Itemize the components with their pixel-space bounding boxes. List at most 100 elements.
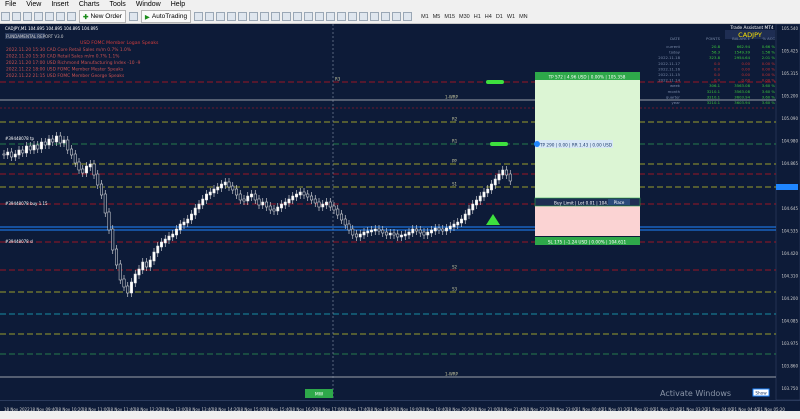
candle <box>497 173 501 181</box>
time-axis: 18 Nov 2022 18 Nov 09:40 18 Nov 10:20 18 No… <box>4 407 785 412</box>
candle <box>313 198 317 204</box>
tester-icon[interactable] <box>67 12 76 21</box>
timeframe-w1[interactable]: W1 <box>505 14 517 20</box>
line-chart-icon[interactable] <box>216 12 226 21</box>
candle-chart-icon[interactable] <box>205 12 215 21</box>
level-label: PP <box>452 159 457 164</box>
text-icon[interactable] <box>392 12 402 21</box>
arrows-icon[interactable] <box>403 12 413 21</box>
candle <box>306 193 310 198</box>
crosshair-icon[interactable] <box>326 12 336 21</box>
candle <box>85 165 88 174</box>
candle <box>171 233 175 238</box>
timeframe-h4[interactable]: H4 <box>483 14 494 20</box>
candle <box>355 233 358 238</box>
menu-insert[interactable]: Insert <box>46 0 74 10</box>
candle <box>385 231 388 236</box>
vline-icon[interactable] <box>337 12 347 21</box>
menu-window[interactable]: Window <box>131 0 166 10</box>
channel-icon[interactable] <box>370 12 380 21</box>
candle <box>493 178 497 186</box>
candle <box>381 229 385 234</box>
candle <box>478 195 482 202</box>
periods-icon[interactable] <box>293 12 303 21</box>
menu-charts[interactable]: Charts <box>74 0 105 10</box>
indicator-label: FUNDAMENTAL REPORT V3.0 <box>6 34 64 39</box>
table-cell: year <box>672 100 681 105</box>
timeframe-m5[interactable]: M5 <box>431 14 443 20</box>
indicators-icon[interactable] <box>282 12 292 21</box>
trendline-icon[interactable] <box>359 12 369 21</box>
candle <box>460 218 463 224</box>
table-cell: 662.94 <box>737 44 751 49</box>
cursor-icon[interactable] <box>315 12 325 21</box>
zoom-out-icon[interactable] <box>238 12 248 21</box>
autotrading-button[interactable]: ▶ AutoTrading <box>140 10 192 23</box>
timeframe-h1[interactable]: H1 <box>472 14 483 20</box>
timeframe-mn[interactable]: MN <box>517 14 530 20</box>
candle <box>441 228 445 232</box>
table-cell: 0.00 % <box>762 66 776 71</box>
rr-label: TP 290 | 0.00 | RR 1.43 | 0.00 USD <box>539 143 612 148</box>
candle <box>103 193 107 214</box>
new-chart-icon[interactable] <box>1 12 10 21</box>
menu-file[interactable]: File <box>0 0 21 10</box>
fibo-icon[interactable] <box>381 12 391 21</box>
candle <box>486 188 490 194</box>
timeframe-d1[interactable]: D1 <box>494 14 505 20</box>
table-cell: 3.60 % <box>762 83 776 88</box>
sl-label: SL 175 | -1.24 USD | 0.00% | 104.611 <box>548 240 627 245</box>
candle <box>433 227 437 232</box>
candle <box>205 193 208 201</box>
menu-tools[interactable]: Tools <box>104 0 130 10</box>
autoscroll-icon[interactable] <box>260 12 270 21</box>
timeframe-m15[interactable]: M15 <box>442 14 457 20</box>
tp-drag-handle[interactable] <box>486 80 504 84</box>
timeframe-m1[interactable]: M1 <box>419 14 431 20</box>
table-cell: 2954.64 <box>734 55 750 60</box>
level-label: R3 <box>335 77 341 82</box>
candle <box>17 149 21 156</box>
candle <box>351 228 355 236</box>
table-cell: 3.60 % <box>762 94 776 99</box>
price-chart[interactable]: TP 572 | 4.96 USD | 0.00% | 105.358 TP 29… <box>0 24 800 400</box>
rr-drag-handle[interactable] <box>490 142 508 146</box>
menu-help[interactable]: Help <box>166 0 190 10</box>
candle <box>25 145 28 154</box>
data-window-icon[interactable] <box>34 12 43 21</box>
news-item: 2022.11.22 21:15 USD FOMC Member George … <box>6 73 125 79</box>
rr-marker[interactable] <box>534 141 540 147</box>
chart-area[interactable]: TP 572 | 4.96 USD | 0.00% | 105.358 TP 29… <box>0 24 800 400</box>
terminal-icon[interactable] <box>56 12 65 21</box>
candle <box>347 223 351 231</box>
zoom-in-icon[interactable] <box>227 12 237 21</box>
table-cell: 3210.1 <box>707 89 721 94</box>
shift-icon[interactable] <box>271 12 281 21</box>
candle <box>62 139 66 144</box>
menu-view[interactable]: View <box>21 0 46 10</box>
hline-icon[interactable] <box>348 12 358 21</box>
tile-icon[interactable] <box>249 12 259 21</box>
metaeditor-icon[interactable] <box>128 12 138 21</box>
profiles-icon[interactable] <box>12 12 21 21</box>
navigator-icon[interactable] <box>45 12 54 21</box>
price-tick: 103.860 <box>781 364 798 369</box>
table-cell: 0.00 <box>742 78 751 83</box>
market-watch-icon[interactable] <box>23 12 32 21</box>
candle <box>55 135 58 143</box>
candle <box>302 191 306 196</box>
templates-icon[interactable] <box>304 12 314 21</box>
candle <box>235 188 238 196</box>
candle <box>92 163 96 176</box>
new-order-button[interactable]: ✚ New Order <box>79 10 126 23</box>
candle <box>32 144 36 151</box>
timeframe-m30[interactable]: M30 <box>457 14 472 20</box>
candle <box>145 261 148 268</box>
bar-chart-icon[interactable] <box>194 12 204 21</box>
candle <box>317 201 321 208</box>
candle <box>148 259 152 268</box>
candle <box>197 203 201 210</box>
candle <box>178 223 182 231</box>
candle <box>13 153 17 158</box>
price-tick: 104.645 <box>781 206 798 211</box>
